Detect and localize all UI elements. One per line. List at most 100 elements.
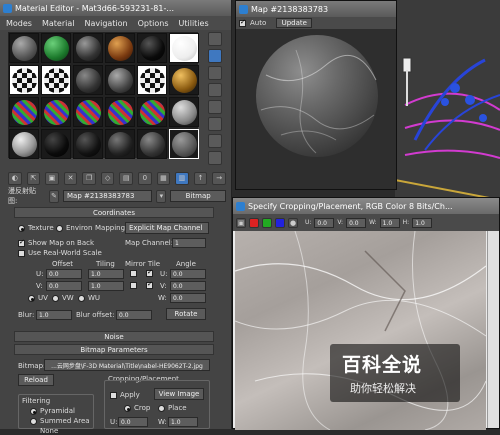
options-icon[interactable] [208,134,222,148]
material-slot[interactable] [137,33,167,63]
material-slot[interactable] [169,33,199,63]
crop-w-spinner[interactable]: 1.0 [379,217,400,228]
blue-channel-icon[interactable] [275,217,285,228]
assign-icon[interactable]: ▣ [45,171,59,185]
environ-radio[interactable] [56,225,63,232]
green-channel-icon[interactable] [262,217,272,228]
blur-spinner[interactable]: 1.0 [36,310,72,320]
save-image-icon[interactable]: ▣ [236,217,246,228]
crop-radio[interactable] [124,405,131,412]
go-parent-icon[interactable]: ↑ [193,171,208,185]
material-slot[interactable] [169,97,199,127]
material-slot[interactable] [169,65,199,95]
uv-radio[interactable] [28,295,35,302]
u-tiling-spinner[interactable]: 1.0 [88,269,124,279]
crop-u-spinner[interactable]: 0.0 [314,217,335,228]
menu-navigation[interactable]: Navigation [84,19,127,28]
rotate-button[interactable]: Rotate [166,308,206,320]
map-type-button[interactable]: Bitmap [170,190,226,202]
v-tiling-spinner[interactable]: 1.0 [88,281,124,291]
background-icon[interactable] [208,66,222,80]
reset-icon[interactable]: ✕ [63,171,78,185]
bitmap-path-button[interactable]: ...云网步盘\F-3D Material\Title\nabel-HE9062… [44,359,210,371]
real-world-scale-checkbox[interactable] [18,250,25,257]
summed-area-radio[interactable] [30,418,37,425]
map-dropdown-icon[interactable]: ▾ [156,189,167,203]
material-slot[interactable] [73,33,103,63]
u-angle-spinner[interactable]: 0.0 [170,269,206,279]
material-slot[interactable] [137,65,167,95]
show-map-on-back-checkbox[interactable] [18,238,25,247]
u-tile-checkbox[interactable] [146,268,153,277]
unique-icon[interactable]: ◇ [100,171,115,185]
material-slot[interactable] [41,33,71,63]
material-slot[interactable] [105,97,135,127]
menu-utilities[interactable]: Utilities [179,19,209,28]
show-map-icon[interactable]: ▦ [156,171,171,185]
auto-checkbox[interactable] [239,18,246,27]
material-slot[interactable] [41,97,71,127]
material-slot[interactable] [41,129,71,159]
material-slot[interactable] [137,97,167,127]
put-to-scene-icon[interactable]: ⇱ [26,171,41,185]
menu-modes[interactable]: Modes [6,19,32,28]
go-sibling-icon[interactable]: → [212,171,226,185]
vw-radio[interactable] [52,295,59,302]
u-mirror-checkbox[interactable] [130,270,137,277]
material-slot[interactable] [73,65,103,95]
v-offset-spinner[interactable]: 0.0 [46,281,82,291]
material-slot[interactable] [105,129,135,159]
make-preview-icon[interactable] [208,117,222,131]
apply-checkbox[interactable] [110,392,117,399]
w-angle-spinner[interactable]: 0.0 [170,293,206,303]
video-check-icon[interactable] [208,100,222,114]
material-slot[interactable] [9,33,39,63]
menu-material[interactable]: Material [42,19,75,28]
noise-rollout-header[interactable]: Noise [14,331,214,342]
coordinates-rollout-header[interactable]: Coordinates [14,207,214,218]
place-radio[interactable] [158,405,165,412]
get-material-icon[interactable]: ◐ [8,171,22,185]
show-end-result-icon[interactable]: ▥ [175,171,189,185]
u-offset-spinner[interactable]: 0.0 [46,269,82,279]
reload-button[interactable]: Reload [18,374,54,386]
map-name-field[interactable]: Map #2138383783 [63,190,153,202]
u-crop-spinner[interactable]: 0.0 [118,417,148,427]
map-window-titlebar[interactable]: Map #2138383783 [236,1,396,17]
sample-type-icon[interactable] [208,32,222,46]
material-slot[interactable] [41,65,71,95]
copy-icon[interactable]: ❐ [82,171,96,185]
v-tile-checkbox[interactable] [146,280,153,289]
map-channel-spinner[interactable]: 1 [172,238,206,248]
pyramidal-radio[interactable] [30,408,37,415]
crop-window-scrollbar[interactable] [487,231,499,428]
update-button[interactable]: Update [276,18,313,28]
material-slot[interactable] [9,65,39,95]
w-crop-spinner[interactable]: 1.0 [168,417,198,427]
crop-h-spinner[interactable]: 1.0 [412,217,433,228]
v-mirror-checkbox[interactable] [130,282,137,289]
texture-radio[interactable] [18,225,25,232]
material-slot[interactable] [105,65,135,95]
put-to-library-icon[interactable]: ▤ [119,171,134,185]
uv-tiling-icon[interactable] [208,83,222,97]
material-slot[interactable] [73,97,103,127]
menu-options[interactable]: Options [138,19,169,28]
material-id-icon[interactable]: 0 [138,171,152,185]
eyedropper-icon[interactable]: ✎ [49,189,60,203]
material-slot[interactable] [9,129,39,159]
red-channel-icon[interactable] [249,217,259,228]
material-editor-titlebar[interactable]: Material Editor - Mat3d66-593231-81-... [0,0,231,16]
crop-window-titlebar[interactable]: Specify Cropping/Placement, RGB Color 8 … [233,198,499,214]
material-slot[interactable] [9,97,39,127]
backlight-icon[interactable] [208,49,222,63]
crop-v-spinner[interactable]: 0.0 [346,217,367,228]
mapping-dropdown[interactable]: Explicit Map Channel [125,222,209,234]
material-slot-active[interactable] [169,129,199,159]
material-slot[interactable] [137,129,167,159]
view-image-button[interactable]: View Image [154,388,204,400]
material-slot[interactable] [73,129,103,159]
bitmap-parameters-rollout-header[interactable]: Bitmap Parameters [14,344,214,355]
material-slot[interactable] [105,33,135,63]
blur-offset-spinner[interactable]: 0.0 [116,310,152,320]
